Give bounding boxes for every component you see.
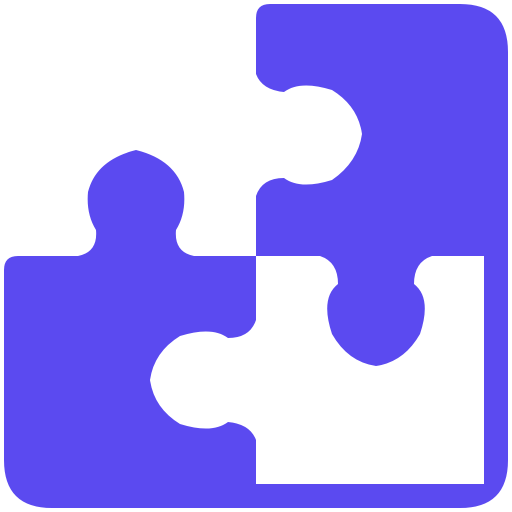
- puzzle-piece-top-right: [256, 4, 508, 366]
- puzzle-icon-canvas: [0, 0, 512, 512]
- puzzle-piece-bottom-left: [4, 150, 256, 508]
- puzzle-icon: [4, 4, 508, 508]
